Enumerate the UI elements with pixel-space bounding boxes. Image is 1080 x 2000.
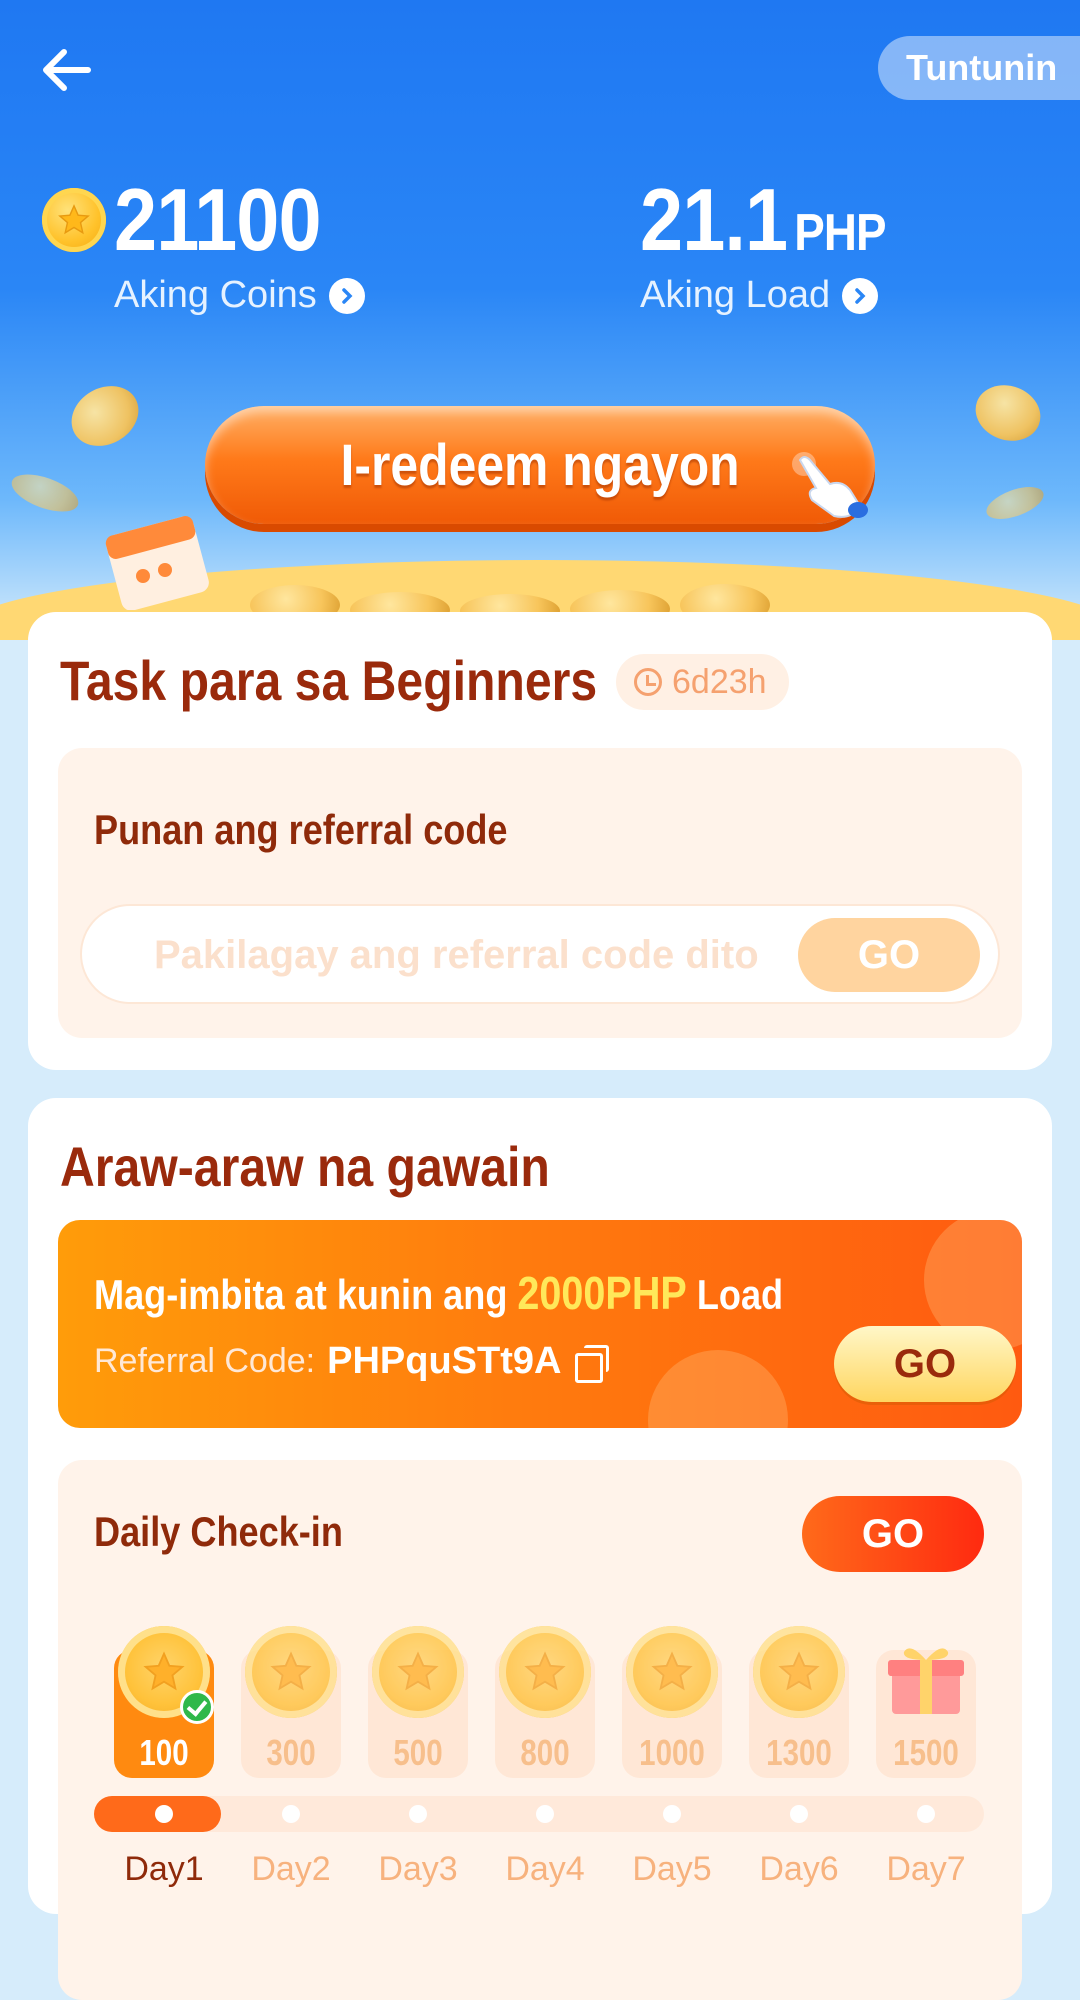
progress-dot [409, 1805, 427, 1823]
progress-dot [155, 1805, 173, 1823]
daily-tasks-title: Araw-araw na gawain [60, 1135, 550, 1198]
day-reward-amount: 500 [393, 1732, 443, 1773]
load-value-group: 21.1 PHP [640, 170, 887, 281]
day-label: Day4 [505, 1850, 585, 1888]
countdown-text: 6d23h [672, 662, 767, 701]
my-coins-label: Aking Coins [114, 274, 317, 316]
day-reward-amount: 300 [266, 1732, 316, 1773]
my-load-link[interactable]: Aking Load [640, 274, 879, 317]
checkmark-icon [180, 1690, 214, 1724]
referral-title: Punan ang referral code [94, 806, 508, 853]
back-button[interactable] [36, 40, 96, 100]
checkin-day-tile[interactable]: 1500 [876, 1648, 976, 1778]
invite-banner: Mag-imbita at kunin ang 2000PHP Load Ref… [58, 1220, 1022, 1428]
referral-input-wrapper: GO [80, 904, 1000, 1004]
redeem-now-label: I-redeem ngayon [340, 432, 740, 498]
day-label: Day2 [251, 1850, 331, 1888]
progress-dot [282, 1805, 300, 1823]
decorative-coin [982, 480, 1048, 526]
arrow-left-icon [43, 49, 91, 91]
referral-code-value: PHPquSTt9A [327, 1340, 562, 1382]
coin-icon [245, 1626, 337, 1718]
chevron-right-icon [328, 277, 365, 314]
invite-title: Mag-imbita at kunin ang 2000PHP Load [94, 1266, 783, 1320]
checkin-day-tile[interactable]: 100 [114, 1626, 214, 1778]
day-reward-amount: 800 [520, 1732, 570, 1773]
coin-icon [626, 1626, 718, 1718]
my-coins-link[interactable]: Aking Coins [114, 274, 365, 317]
progress-dot [917, 1805, 935, 1823]
clock-icon [634, 668, 662, 696]
decorative-coin [6, 466, 84, 520]
beginners-task-card: Task para sa Beginners 6d23h Punan ang r… [28, 612, 1052, 1070]
coin-icon [42, 188, 106, 252]
coin-icon [753, 1626, 845, 1718]
checkin-go-button[interactable]: GO [802, 1496, 984, 1572]
day-reward-amount: 1300 [766, 1732, 832, 1773]
day-label: Day6 [759, 1850, 839, 1888]
coin-icon [372, 1626, 464, 1718]
day-reward-amount: 100 [139, 1732, 189, 1773]
rules-button[interactable]: Tuntunin [878, 36, 1080, 100]
day-label: Day3 [378, 1850, 458, 1888]
progress-dot [536, 1805, 554, 1823]
day-label: Day5 [632, 1850, 712, 1888]
invite-title-prefix: Mag-imbita at kunin ang [94, 1271, 518, 1318]
day-reward-amount: 1500 [893, 1732, 959, 1773]
coin-icon [499, 1626, 591, 1718]
load-value: 21.1 [640, 170, 788, 269]
decorative-glow [648, 1350, 788, 1428]
copy-icon[interactable] [575, 1344, 610, 1383]
day-label: Day1 [124, 1850, 204, 1888]
checkin-day-tile[interactable]: 800 [495, 1626, 595, 1778]
day-reward-amount: 1000 [639, 1732, 705, 1773]
coins-value: 21100 [114, 170, 322, 269]
progress-dot [790, 1805, 808, 1823]
gift-icon [884, 1642, 968, 1718]
checkin-day-tile[interactable]: 500 [368, 1626, 468, 1778]
checkin-title: Daily Check-in [94, 1508, 343, 1555]
decorative-coin [967, 376, 1049, 450]
daily-tasks-card: Araw-araw na gawain Mag-imbita at kunin … [28, 1098, 1052, 2000]
referral-code-label: Referral Code: [94, 1342, 316, 1380]
chevron-right-icon [842, 277, 879, 314]
referral-code-row: Referral Code: PHPquSTt9A [94, 1340, 610, 1383]
progress-dot [663, 1805, 681, 1823]
redeem-now-button[interactable]: I-redeem ngayon [205, 406, 875, 524]
calendar-icon [105, 516, 209, 610]
countdown-badge: 6d23h [616, 654, 789, 710]
beginners-title: Task para sa Beginners [60, 649, 598, 712]
referral-go-button[interactable]: GO [798, 918, 980, 992]
checkin-day-tile[interactable]: 300 [241, 1626, 341, 1778]
referral-code-input[interactable] [152, 906, 776, 1004]
invite-title-suffix: Load [686, 1271, 784, 1318]
referral-code-box: Punan ang referral code GO [58, 748, 1022, 1038]
pointer-hand-icon [792, 452, 868, 518]
daily-checkin-box: Daily Check-in GO 100 Day1 300 Day2 500 Day3 8… [58, 1460, 1022, 2000]
day-label: Day7 [886, 1850, 966, 1888]
invite-reward-amount: 2000PHP [517, 1267, 687, 1319]
load-unit: PHP [794, 204, 886, 262]
decorative-coin [60, 374, 150, 458]
checkin-day-tile[interactable]: 1000 [622, 1626, 722, 1778]
invite-go-button[interactable]: GO [834, 1326, 1016, 1402]
checkin-day-tile[interactable]: 1300 [749, 1626, 849, 1778]
my-load-label: Aking Load [640, 274, 831, 316]
